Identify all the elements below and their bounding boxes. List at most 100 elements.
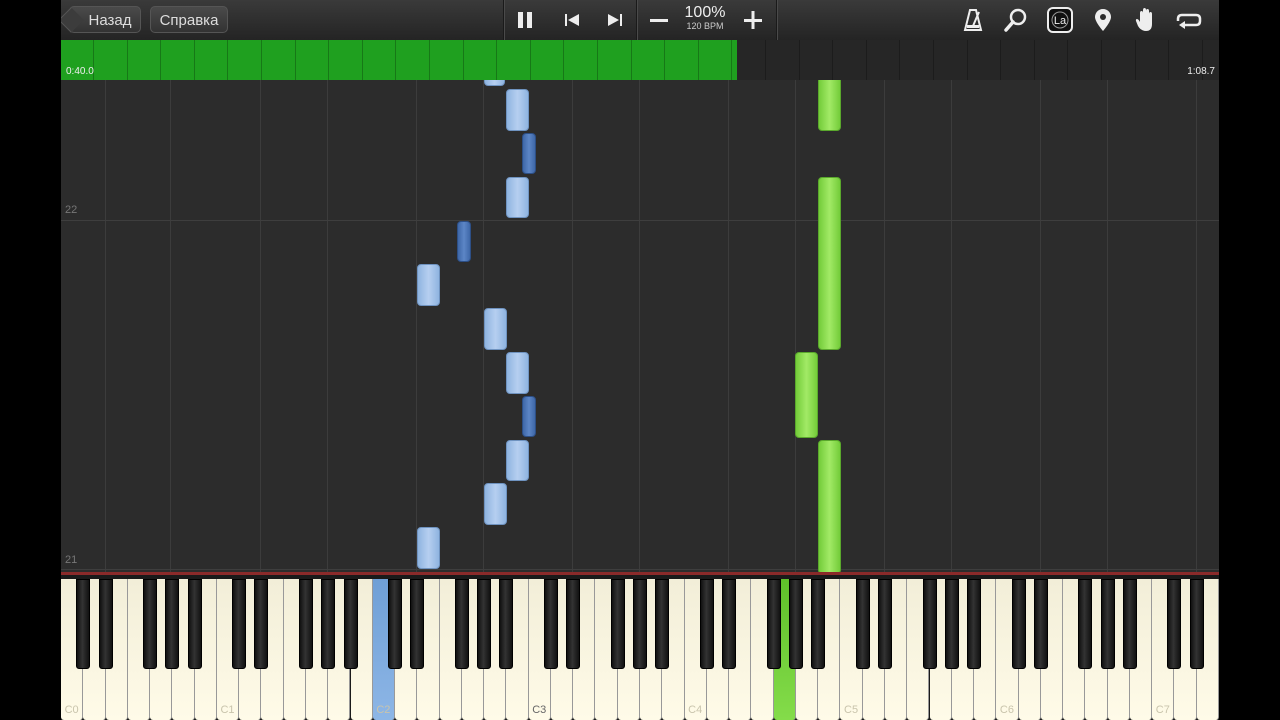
octave-label: C1 bbox=[220, 704, 235, 716]
loop-icon[interactable] bbox=[1174, 5, 1204, 35]
progress-segment bbox=[666, 40, 699, 80]
black-key-ds2[interactable] bbox=[410, 579, 425, 669]
black-key-cs7[interactable] bbox=[1167, 579, 1182, 669]
black-key-fs5[interactable] bbox=[922, 579, 937, 669]
progress-segment bbox=[229, 40, 262, 80]
pause-icon[interactable] bbox=[510, 5, 540, 35]
next-icon[interactable] bbox=[600, 5, 630, 35]
progress-segment bbox=[1069, 40, 1102, 80]
black-key-as4[interactable] bbox=[811, 579, 826, 669]
hand-icon[interactable] bbox=[1131, 5, 1161, 35]
note-left-hand bbox=[484, 80, 505, 86]
note-right-hand bbox=[818, 80, 841, 131]
note-left-hand bbox=[484, 308, 507, 350]
grid-line bbox=[1196, 80, 1197, 572]
black-key-ds3[interactable] bbox=[566, 579, 581, 669]
grid-line bbox=[170, 80, 171, 572]
note-labels-icon[interactable]: La bbox=[1045, 5, 1075, 35]
progress-segment bbox=[95, 40, 128, 80]
previous-icon[interactable] bbox=[557, 5, 587, 35]
progress-segment bbox=[195, 40, 228, 80]
black-key-gs6[interactable] bbox=[1100, 579, 1115, 669]
black-key-as2[interactable] bbox=[499, 579, 514, 669]
progress-segment bbox=[330, 40, 363, 80]
progress-segment bbox=[767, 40, 800, 80]
progress-segment bbox=[800, 40, 833, 80]
progress-segment bbox=[498, 40, 531, 80]
progress-segment bbox=[1136, 40, 1169, 80]
octave-label: C3 bbox=[532, 704, 547, 716]
black-key-fs1[interactable] bbox=[298, 579, 313, 669]
search-icon[interactable] bbox=[1001, 5, 1031, 35]
piano-keyboard: C0 C1 C2 C3 C4 C5 C6 C7 bbox=[61, 572, 1219, 720]
metronome-icon[interactable] bbox=[958, 5, 988, 35]
progress-segment bbox=[1035, 40, 1068, 80]
black-key-cs1[interactable] bbox=[232, 579, 247, 669]
note-left-hand bbox=[522, 133, 536, 174]
black-key-ds1[interactable] bbox=[254, 579, 269, 669]
black-key-ds4[interactable] bbox=[722, 579, 737, 669]
synthesia-app: Назад Справка 100% 120 BPM La 0:40.0 1:0… bbox=[61, 0, 1219, 720]
note-right-hand bbox=[818, 177, 841, 350]
black-key-gs2[interactable] bbox=[477, 579, 492, 669]
black-key-ds7[interactable] bbox=[1189, 579, 1204, 669]
toolbar: Назад Справка 100% 120 BPM La bbox=[61, 0, 1219, 41]
note-right-hand bbox=[818, 440, 841, 572]
black-key-as3[interactable] bbox=[655, 579, 670, 669]
black-key-gs4[interactable] bbox=[788, 579, 803, 669]
black-key-ds0[interactable] bbox=[98, 579, 113, 669]
progress-segment bbox=[464, 40, 497, 80]
black-key-as0[interactable] bbox=[187, 579, 202, 669]
black-key-fs3[interactable] bbox=[610, 579, 625, 669]
grid-line bbox=[1040, 80, 1041, 572]
grid-line bbox=[327, 80, 328, 572]
note-labels-icon-text: La bbox=[1054, 15, 1067, 27]
progress-segment bbox=[363, 40, 396, 80]
black-key-cs5[interactable] bbox=[855, 579, 870, 669]
black-key-cs6[interactable] bbox=[1011, 579, 1026, 669]
black-key-fs2[interactable] bbox=[454, 579, 469, 669]
black-key-ds6[interactable] bbox=[1033, 579, 1048, 669]
toolbar-divider bbox=[636, 0, 637, 40]
note-left-hand bbox=[457, 221, 471, 262]
grid-line bbox=[1107, 80, 1108, 572]
grid-line bbox=[572, 80, 573, 572]
black-key-cs2[interactable] bbox=[388, 579, 403, 669]
black-key-cs3[interactable] bbox=[543, 579, 558, 669]
note-left-hand bbox=[417, 527, 440, 569]
grid-line bbox=[105, 80, 106, 572]
note-left-hand bbox=[506, 352, 529, 394]
progress-segment bbox=[834, 40, 867, 80]
black-key-fs4[interactable] bbox=[766, 579, 781, 669]
help-button[interactable]: Справка bbox=[150, 6, 228, 33]
black-key-gs3[interactable] bbox=[633, 579, 647, 669]
grid-line bbox=[639, 80, 640, 572]
black-key-as6[interactable] bbox=[1122, 579, 1137, 669]
grid-line bbox=[884, 80, 885, 572]
black-key-as1[interactable] bbox=[343, 579, 358, 669]
note-left-hand bbox=[506, 177, 529, 218]
black-key-cs0[interactable] bbox=[76, 579, 91, 669]
speed-percent: 100% bbox=[684, 4, 726, 21]
progress-bar[interactable]: 0:40.0 1:08.7 bbox=[61, 40, 1219, 80]
black-key-cs4[interactable] bbox=[699, 579, 714, 669]
progress-segment bbox=[565, 40, 598, 80]
toolbar-divider bbox=[503, 0, 504, 40]
octave-label: C7 bbox=[1155, 704, 1170, 716]
minus-icon[interactable] bbox=[644, 5, 674, 35]
black-key-as5[interactable] bbox=[967, 579, 982, 669]
back-button[interactable]: Назад bbox=[69, 6, 141, 33]
plus-icon[interactable] bbox=[738, 5, 768, 35]
measure-line bbox=[61, 569, 1219, 570]
current-time: 0:40.0 bbox=[66, 66, 94, 77]
black-key-ds5[interactable] bbox=[877, 579, 892, 669]
black-key-fs0[interactable] bbox=[143, 579, 158, 669]
black-key-gs1[interactable] bbox=[321, 579, 336, 669]
black-key-gs0[interactable] bbox=[165, 579, 180, 669]
location-pin-icon[interactable] bbox=[1088, 5, 1118, 35]
grid-line bbox=[795, 80, 796, 572]
progress-segment bbox=[263, 40, 296, 80]
black-key-fs6[interactable] bbox=[1078, 579, 1093, 669]
black-key-gs5[interactable] bbox=[944, 579, 959, 669]
progress-segment bbox=[867, 40, 900, 80]
